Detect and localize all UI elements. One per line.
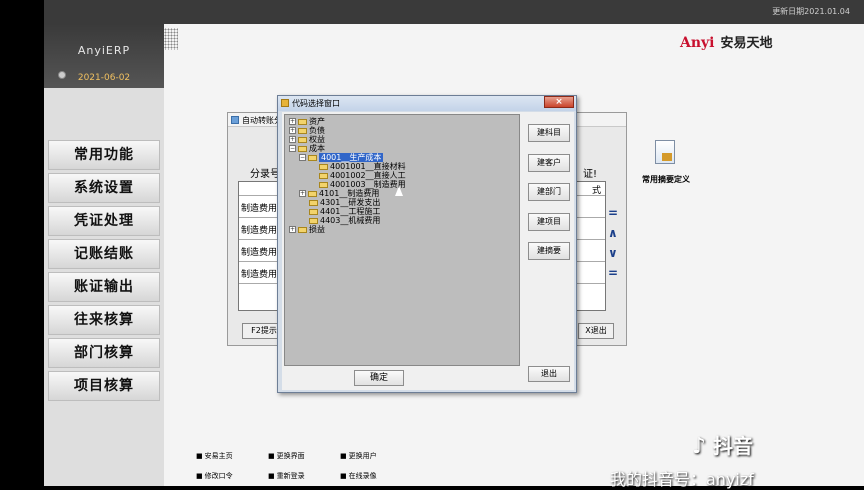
tree-node[interactable]: 4403__机械费用 bbox=[309, 216, 380, 225]
dialog-title: 代码选择窗口 bbox=[278, 96, 576, 111]
online-video-link[interactable]: 在线录像 bbox=[340, 471, 377, 481]
sidebar-item-department[interactable]: 部门核算 bbox=[48, 338, 160, 368]
exit-button[interactable]: X退出 bbox=[578, 323, 614, 339]
tree-node-label: 权益 bbox=[309, 135, 325, 144]
sidebar-item-accounts[interactable]: 往来核算 bbox=[48, 305, 160, 335]
collapse-icon[interactable]: − bbox=[299, 154, 306, 161]
dialog-title-text: 代码选择窗口 bbox=[292, 99, 340, 108]
tree-node-label: 成本 bbox=[309, 144, 325, 153]
folder-icon bbox=[319, 163, 328, 170]
tree-node-label: 4101__制造费用 bbox=[319, 189, 380, 198]
entry-number-label: 分录号 bbox=[250, 169, 280, 180]
tree-node-label: 负债 bbox=[309, 126, 325, 135]
folder-icon bbox=[319, 172, 328, 179]
folder-icon bbox=[308, 190, 317, 197]
summary-definition-icon[interactable] bbox=[655, 140, 675, 164]
code-select-dialog: 代码选择窗口 × + 资产 + 负债 + 权益 − 成本 −4001__生产成本 400… bbox=[277, 95, 577, 393]
folder-icon bbox=[319, 181, 328, 188]
home-link[interactable]: 安易主页 bbox=[196, 451, 233, 461]
sidebar-item-bookkeeping[interactable]: 记账结账 bbox=[48, 239, 160, 269]
sidebar-item-common[interactable]: 常用功能 bbox=[48, 140, 160, 170]
quit-button[interactable]: 退出 bbox=[528, 366, 570, 382]
relogin-link[interactable]: 重新登录 bbox=[268, 471, 305, 481]
tree-node-label: 4001001__直接材料 bbox=[330, 162, 406, 171]
expand-icon[interactable]: + bbox=[289, 127, 296, 134]
tiktok-logo: ♪ 抖音 bbox=[692, 430, 753, 459]
window-title-text: 自动转账分 bbox=[242, 116, 282, 125]
folder-icon bbox=[309, 208, 318, 215]
equals-icon[interactable]: = bbox=[608, 206, 618, 220]
top-bar: 更新日期2021.01.04 bbox=[44, 0, 864, 24]
tree-node[interactable]: + 损益 bbox=[289, 225, 325, 234]
update-date: 更新日期2021.01.04 bbox=[772, 7, 850, 16]
grip-icon bbox=[164, 28, 178, 50]
tree-node[interactable]: +4101__制造费用 bbox=[299, 189, 379, 198]
sidebar-item-settings[interactable]: 系统设置 bbox=[48, 173, 160, 203]
dialog-body: + 资产 + 负债 + 权益 − 成本 −4001__生产成本 4001001__直接材… bbox=[282, 112, 574, 390]
tree-node[interactable]: 4001002__直接人工 bbox=[319, 171, 406, 180]
tree-node-label: 资产 bbox=[309, 117, 325, 126]
folder-icon bbox=[309, 217, 318, 224]
folder-icon bbox=[298, 145, 307, 152]
new-account-button[interactable]: 建科目 bbox=[528, 124, 570, 142]
change-user-link[interactable]: 更换用户 bbox=[340, 451, 377, 461]
new-summary-button[interactable]: 建摘要 bbox=[528, 242, 570, 260]
expand-icon[interactable]: + bbox=[289, 226, 296, 233]
new-customer-button[interactable]: 建客户 bbox=[528, 154, 570, 172]
tree-node-selected[interactable]: − 4001__生产成本 bbox=[299, 153, 384, 162]
tree-node[interactable]: 4301__研发支出 bbox=[309, 198, 380, 207]
header-cell: 式 bbox=[591, 186, 601, 196]
folder-icon bbox=[298, 136, 307, 143]
tiktok-note-icon: ♪ bbox=[692, 434, 707, 459]
app-name: AnyiERP bbox=[77, 44, 131, 57]
sidebar-item-voucher[interactable]: 凭证处理 bbox=[48, 206, 160, 236]
sidebar-item-output[interactable]: 账证输出 bbox=[48, 272, 160, 302]
folder-icon bbox=[298, 127, 307, 134]
chevron-down-icon[interactable]: ∨ bbox=[608, 246, 618, 260]
expand-icon[interactable]: + bbox=[289, 136, 296, 143]
change-password-link[interactable]: 修改口令 bbox=[196, 471, 233, 481]
folder-icon bbox=[298, 226, 307, 233]
mouse-cursor-icon bbox=[395, 186, 403, 196]
window-icon bbox=[231, 116, 239, 124]
confirm-button[interactable]: 确定 bbox=[354, 370, 404, 386]
folder-open-icon bbox=[308, 154, 317, 161]
tree-node-label: 4301__研发支出 bbox=[320, 198, 381, 207]
tree-node[interactable]: + 资产 bbox=[289, 117, 325, 126]
chevron-up-icon[interactable]: ∧ bbox=[608, 226, 618, 240]
voucher-label: 证! bbox=[583, 169, 598, 180]
brand-chinese: 安易天地 bbox=[720, 36, 773, 51]
summary-definition-label[interactable]: 常用摘要定义 bbox=[642, 174, 690, 185]
brand-logo: Anyi 安易天地 bbox=[680, 32, 773, 51]
expand-icon[interactable]: + bbox=[289, 118, 296, 125]
folder-icon bbox=[298, 118, 307, 125]
brand-latin: Anyi bbox=[680, 35, 715, 51]
collapse-icon[interactable]: − bbox=[289, 145, 296, 152]
tiktok-label: 抖音 bbox=[713, 434, 754, 458]
tree-node-label: 4001002__直接人工 bbox=[330, 171, 406, 180]
change-theme-link[interactable]: 更换界面 bbox=[268, 451, 305, 461]
new-department-button[interactable]: 建部门 bbox=[528, 183, 570, 201]
current-date: 2021-06-02 bbox=[77, 73, 131, 83]
expand-icon[interactable]: + bbox=[299, 190, 306, 197]
app-window: 更新日期2021.01.04 AnyiERP 2021-06-02 常用功能 系… bbox=[44, 0, 864, 486]
close-button[interactable]: × bbox=[544, 96, 574, 108]
tree-node-label: 4401__工程施工 bbox=[320, 207, 381, 216]
folder-icon bbox=[309, 199, 318, 206]
tree-node[interactable]: 4001001__直接材料 bbox=[319, 162, 406, 171]
tree-node[interactable]: + 权益 bbox=[289, 135, 325, 144]
tree-node-label: 4001__生产成本 bbox=[319, 153, 384, 162]
tree-node[interactable]: + 负债 bbox=[289, 126, 325, 135]
account-tree[interactable]: + 资产 + 负债 + 权益 − 成本 −4001__生产成本 4001001__直接材… bbox=[284, 114, 520, 366]
watermark: 我的抖音号：anyizf bbox=[610, 470, 754, 489]
new-project-button[interactable]: 建项目 bbox=[528, 213, 570, 231]
sidebar-item-project[interactable]: 项目核算 bbox=[48, 371, 160, 401]
tree-node-label: 损益 bbox=[309, 225, 325, 234]
dialog-icon bbox=[281, 99, 289, 107]
tree-node[interactable]: 4001003__制造费用 bbox=[319, 180, 406, 189]
tree-node-label: 4403__机械费用 bbox=[320, 216, 381, 225]
tree-node[interactable]: − 成本 bbox=[289, 144, 325, 153]
equals-icon[interactable]: = bbox=[608, 266, 618, 280]
tree-node[interactable]: 4401__工程施工 bbox=[309, 207, 380, 216]
